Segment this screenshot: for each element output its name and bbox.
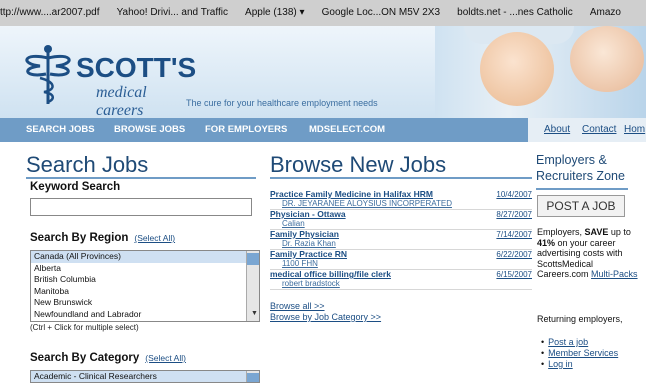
region-label-text: Search By Region: [30, 232, 129, 244]
post-a-job-link[interactable]: Post a job: [548, 337, 588, 347]
job-title-link[interactable]: Physician - Ottawa: [270, 210, 532, 219]
list-item: medical office billing/file clerk robert…: [270, 270, 532, 290]
job-date-link[interactable]: 8/27/2007: [496, 210, 532, 219]
caduceus-icon: [25, 45, 71, 104]
divider: [536, 188, 628, 190]
blurb-emphasis: SAVE: [584, 227, 609, 237]
keyword-search-input[interactable]: [30, 198, 252, 216]
blurb-emphasis: 41%: [537, 237, 556, 248]
job-date-link[interactable]: 6/15/2007: [496, 270, 532, 279]
list-item[interactable]: Manitoba: [31, 286, 259, 298]
category-label-text: Search By Category: [30, 352, 140, 364]
contact-link[interactable]: Contact: [582, 124, 616, 135]
job-company-link[interactable]: Dr. Razia Khan: [282, 239, 532, 248]
bullet-icon: •: [541, 359, 545, 369]
bookmark-item[interactable]: Apple (138) ▾: [245, 0, 305, 26]
blurb-text: Employers,: [537, 227, 585, 237]
row-divider: [270, 289, 532, 290]
job-date-link[interactable]: 6/22/2007: [496, 250, 532, 259]
bookmark-item[interactable]: Yahoo! Drivi... and Traffic: [117, 0, 228, 26]
nav-browse-jobs[interactable]: BROWSE JOBS: [114, 118, 185, 142]
bookmark-item[interactable]: boldts.net - ...nes Catholic: [457, 0, 573, 26]
list-item[interactable]: British Columbia: [31, 274, 259, 286]
list-item[interactable]: Canada (All Provinces): [31, 251, 259, 263]
member-services-link[interactable]: Member Services: [548, 348, 618, 358]
photo-face: [480, 32, 554, 106]
bookmark-item[interactable]: ttp://www....ar2007.pdf: [0, 0, 100, 26]
site-logo[interactable]: SCOTT'S medical careers: [18, 40, 196, 118]
nav-search-jobs[interactable]: SEARCH JOBS: [26, 118, 95, 142]
category-listbox[interactable]: Academic - Clinical Researchers: [30, 370, 260, 383]
job-date-link[interactable]: 7/14/2007: [496, 230, 532, 239]
list-item[interactable]: Alberta: [31, 263, 259, 275]
region-label: Search By Region (Select All): [30, 232, 175, 244]
employers-blurb: Employers, SAVE up to 41% on your career…: [537, 227, 641, 280]
job-company-link[interactable]: Calian: [282, 219, 532, 228]
category-label: Search By Category (Select All): [30, 352, 186, 364]
search-jobs-title: Search Jobs: [26, 152, 149, 177]
list-item: • Member Services: [541, 348, 618, 358]
divider: [26, 177, 256, 179]
job-date-link[interactable]: 10/4/2007: [496, 190, 532, 199]
job-company-link[interactable]: DR. JEYARANEE ALOYSIUS INCORPERATED: [282, 199, 532, 208]
returning-employers-label: Returning employers,: [537, 314, 623, 324]
scrollbar-thumb[interactable]: [247, 373, 259, 382]
home-link[interactable]: Hom: [624, 124, 645, 135]
listbox-scrollbar[interactable]: ▼: [246, 251, 259, 321]
employers-zone-title: Employers & Recruiters Zone: [536, 153, 625, 183]
browse-by-category-link[interactable]: Browse by Job Category >>: [270, 312, 381, 322]
list-item: Physician - Ottawa Calian 8/27/2007: [270, 210, 532, 230]
list-item: Practice Family Medicine in Halifax HRM …: [270, 190, 532, 210]
divider: [270, 177, 532, 179]
site-header: SCOTT'S medical careers The cure for you…: [0, 26, 646, 118]
about-link[interactable]: About: [544, 124, 570, 135]
log-in-link[interactable]: Log in: [548, 359, 573, 369]
list-item[interactable]: New Brunswick: [31, 297, 259, 309]
multi-select-hint: (Ctrl + Click for multiple select): [30, 323, 139, 332]
job-company-link[interactable]: robert bradstock: [282, 279, 532, 288]
scrollbar-thumb[interactable]: [247, 253, 259, 265]
listbox-scrollbar[interactable]: [246, 371, 259, 382]
job-title-link[interactable]: Practice Family Medicine in Halifax HRM: [270, 190, 532, 199]
region-listbox[interactable]: Canada (All Provinces) Alberta British C…: [30, 250, 260, 322]
job-title-link[interactable]: Family Physician: [270, 230, 532, 239]
browse-all-link[interactable]: Browse all >>: [270, 301, 325, 311]
list-item[interactable]: Newfoundland and Labrador: [31, 309, 259, 321]
list-item: • Post a job: [541, 337, 588, 347]
category-select-all-link[interactable]: (Select All): [145, 353, 186, 363]
list-item: • Log in: [541, 359, 573, 369]
bullet-icon: •: [541, 337, 545, 347]
region-select-all-link[interactable]: (Select All): [134, 233, 175, 243]
job-list: Practice Family Medicine in Halifax HRM …: [270, 190, 532, 290]
tagline: The cure for your healthcare employment …: [186, 98, 378, 108]
logo-subtitle: medical careers: [96, 84, 147, 118]
nav-mdselect[interactable]: MDSELECT.COM: [309, 118, 385, 142]
post-job-button[interactable]: POST A JOB: [537, 195, 625, 217]
bullet-icon: •: [541, 348, 545, 358]
photo-face: [570, 26, 644, 92]
browse-jobs-title: Browse New Jobs: [270, 152, 447, 177]
blurb-text: up to: [608, 227, 631, 237]
keyword-search-label: Keyword Search: [30, 181, 121, 193]
nav-for-employers[interactable]: FOR EMPLOYERS: [205, 118, 287, 142]
logo-wordmark: SCOTT'S: [76, 52, 197, 83]
search-jobs-panel: Search Jobs: [26, 152, 256, 178]
scroll-down-icon[interactable]: ▼: [248, 308, 258, 320]
job-title-link[interactable]: Family Practice RN: [270, 250, 532, 259]
list-item: Family Practice RN 1100 FHN 6/22/2007: [270, 250, 532, 270]
multipacks-link[interactable]: Multi-Packs: [591, 269, 638, 279]
bookmarks-bar: ttp://www....ar2007.pdf Yahoo! Drivi... …: [0, 0, 646, 27]
job-title-link[interactable]: medical office billing/file clerk: [270, 270, 532, 279]
list-item: Family Physician Dr. Razia Khan 7/14/200…: [270, 230, 532, 250]
job-company-link[interactable]: 1100 FHN: [282, 259, 532, 268]
bookmark-item[interactable]: Google Loc...ON M5V 2X3: [322, 0, 440, 26]
utility-links: About Contact Hom: [528, 118, 646, 142]
bookmark-item[interactable]: Amazo: [590, 0, 621, 26]
